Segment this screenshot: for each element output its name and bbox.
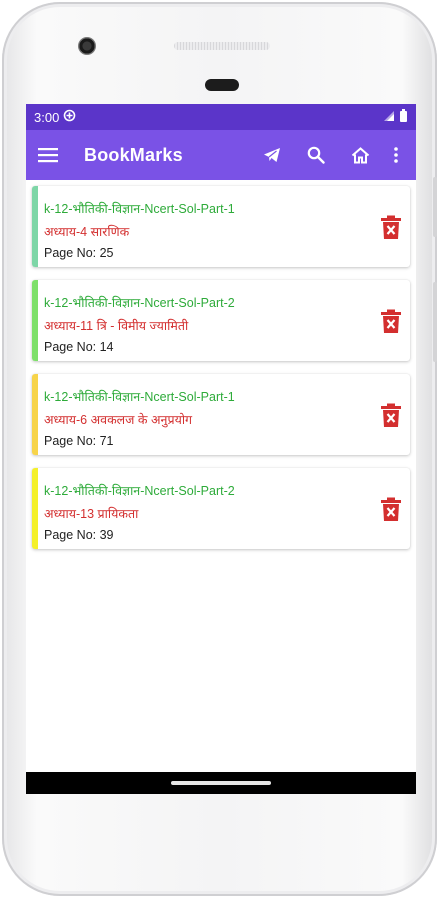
book-title: k-12-भौतिकी-विज्ञान-Ncert-Sol-Part-1 [44,390,235,404]
earpiece [205,79,239,91]
signal-icon [383,110,395,125]
phone-frame: 3:00 BookMarks k-12-भौतिकी-विज्ञान-Ncert… [2,2,437,896]
chapter-title: अध्याय-6 अवकलज के अनुप्रयोग [44,413,193,427]
overflow-menu-button[interactable] [382,133,410,177]
delete-button[interactable] [378,307,404,335]
bookmark-card[interactable]: k-12-भौतिकी-विज्ञान-Ncert-Sol-Part-2 अध्… [32,468,410,549]
telegram-icon [263,147,281,163]
status-bar: 3:00 [26,104,416,130]
search-icon [307,146,325,164]
telegram-share-button[interactable] [250,133,294,177]
card-accent-bar [32,468,38,549]
book-title: k-12-भौतिकी-विज्ञान-Ncert-Sol-Part-2 [44,296,235,310]
home-icon [351,146,370,164]
page-number: Page No: 71 [44,434,114,448]
home-button[interactable] [338,133,382,177]
menu-icon[interactable] [38,147,58,163]
delete-icon [380,497,402,521]
delete-icon [380,215,402,239]
delete-button[interactable] [378,495,404,523]
search-button[interactable] [294,133,338,177]
page-number: Page No: 14 [44,340,114,354]
chapter-title: अध्याय-13 प्रायिकता [44,507,139,521]
page-number: Page No: 25 [44,246,114,260]
bookmark-card[interactable]: k-12-भौतिकी-विज्ञान-Ncert-Sol-Part-1 अध्… [32,374,410,455]
home-gesture-pill[interactable] [171,781,271,785]
data-saver-icon [63,109,76,125]
front-camera [78,37,96,55]
card-accent-bar [32,186,38,267]
power-button [433,282,437,362]
bookmark-card[interactable]: k-12-भौतिकी-विज्ञान-Ncert-Sol-Part-1 अध्… [32,186,410,267]
battery-icon [399,109,408,125]
delete-button[interactable] [378,213,404,241]
chapter-title: अध्याय-11 त्रि - विमीय ज्यामिती [44,319,189,333]
speaker-grille [174,42,270,50]
book-title: k-12-भौतिकी-विज्ञान-Ncert-Sol-Part-1 [44,202,235,216]
delete-icon [380,309,402,333]
page-number: Page No: 39 [44,528,114,542]
navigation-bar [26,772,416,794]
status-time: 3:00 [34,109,60,125]
card-accent-bar [32,280,38,361]
chapter-title: अध्याय-4 सारणिक [44,225,130,239]
app-bar: BookMarks [26,130,416,180]
screen: 3:00 BookMarks k-12-भौतिकी-विज्ञान-Ncert… [26,104,416,794]
card-accent-bar [32,374,38,455]
more-vert-icon [394,147,398,163]
delete-button[interactable] [378,401,404,429]
volume-button [433,177,437,237]
bookmark-list: k-12-भौतिकी-विज्ञान-Ncert-Sol-Part-1 अध्… [26,180,416,549]
bookmark-card[interactable]: k-12-भौतिकी-विज्ञान-Ncert-Sol-Part-2 अध्… [32,280,410,361]
page-title: BookMarks [84,144,183,165]
delete-icon [380,403,402,427]
book-title: k-12-भौतिकी-विज्ञान-Ncert-Sol-Part-2 [44,484,235,498]
